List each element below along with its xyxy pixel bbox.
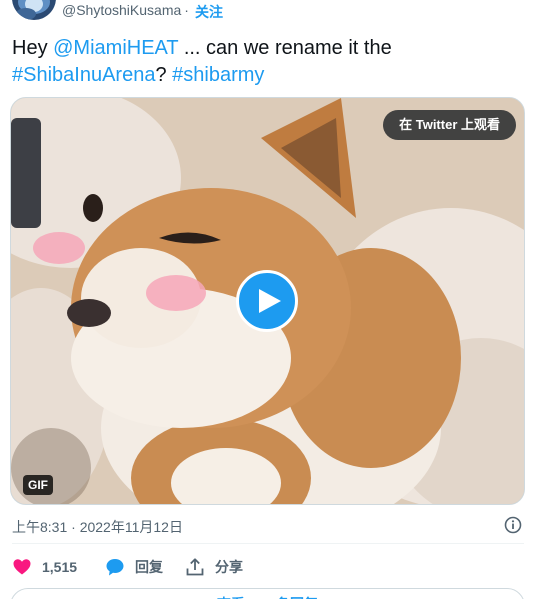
heart-icon	[12, 557, 32, 577]
tweet-text-middle: ... can we rename it the	[178, 37, 392, 59]
info-icon[interactable]	[504, 516, 522, 534]
watch-on-twitter-button[interactable]: 在 Twitter 上观看	[383, 110, 516, 140]
hashtag-link-shibainuarena[interactable]: #ShibaInuArena	[12, 64, 155, 86]
share-label: 分享	[215, 559, 243, 575]
action-bar: 1,515 回复 分享	[12, 556, 524, 578]
play-button[interactable]	[236, 270, 298, 332]
mention-link[interactable]: @MiamiHEAT	[53, 37, 178, 59]
gif-badge: GIF	[23, 475, 53, 495]
share-icon	[185, 557, 205, 577]
tweet-card: @ShytoshiKusama · 关注 Hey @MiamiHEAT ... c…	[0, 0, 535, 599]
follow-button[interactable]: 关注	[195, 2, 223, 22]
divider	[12, 543, 524, 544]
like-button[interactable]: 1,515	[12, 556, 77, 578]
hashtag-link-shibarmy[interactable]: #shibarmy	[172, 64, 264, 86]
view-replies-button[interactable]: 查看 103 条回复	[10, 588, 525, 599]
share-button[interactable]: 分享	[185, 556, 243, 578]
avatar[interactable]	[12, 0, 56, 20]
author-handle-text: @ShytoshiKusama	[62, 2, 182, 18]
reply-bubble-icon	[105, 557, 125, 577]
like-count: 1,515	[42, 559, 78, 575]
reply-button[interactable]: 回复	[105, 556, 163, 578]
handle-separator: ·	[184, 2, 189, 18]
tweet-text-prefix: Hey	[12, 37, 54, 59]
tweet-text: Hey @MiamiHEAT ... can we rename it the #…	[12, 35, 512, 89]
tweet-timestamp[interactable]: 上午8:31 · 2022年11月12日	[12, 517, 183, 537]
tweet-text-question: ?	[155, 64, 173, 86]
play-icon	[259, 289, 281, 313]
reply-label: 回复	[135, 559, 163, 575]
author-handle[interactable]: @ShytoshiKusama ·	[62, 2, 192, 18]
timestamp-row: 上午8:31 · 2022年11月12日	[12, 516, 524, 536]
media-container[interactable]: 在 Twitter 上观看 GIF	[10, 97, 525, 505]
tweet-header: @ShytoshiKusama · 关注	[0, 0, 535, 26]
